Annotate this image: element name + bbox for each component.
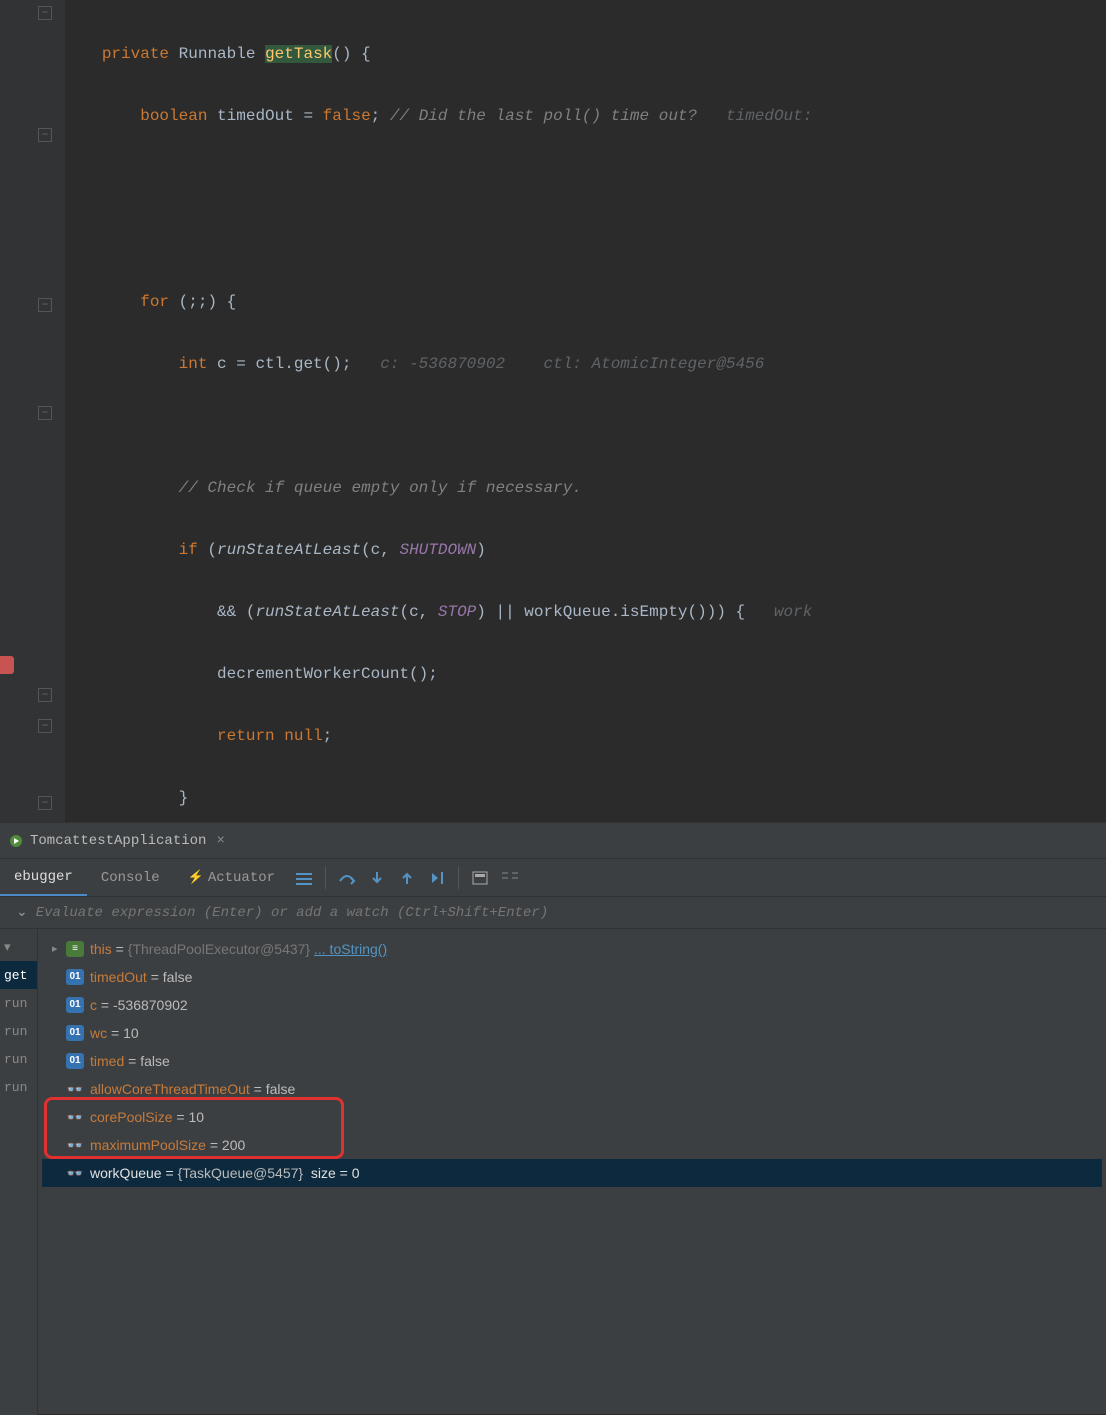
- object-icon: ≡: [66, 941, 84, 957]
- expand-arrow-icon[interactable]: ▸: [52, 935, 66, 963]
- fold-marker[interactable]: −: [38, 719, 52, 733]
- primitive-icon: 01: [66, 1053, 84, 1069]
- frame-item[interactable]: ▾: [0, 933, 37, 961]
- debug-toolbar: ebugger Console ⚡Actuator: [0, 859, 1106, 897]
- fold-marker[interactable]: −: [38, 688, 52, 702]
- primitive-icon: 01: [66, 997, 84, 1013]
- close-icon[interactable]: ×: [216, 833, 224, 849]
- fold-marker[interactable]: −: [38, 796, 52, 810]
- inline-hint: timedOut:: [726, 107, 812, 125]
- method-name: getTask: [265, 45, 332, 63]
- step-out-icon[interactable]: [392, 859, 422, 896]
- frame-item[interactable]: run: [0, 1073, 37, 1101]
- debug-tab-row: TomcattestApplication ×: [0, 823, 1106, 859]
- comment: // Check if queue empty only if necessar…: [179, 479, 582, 497]
- inline-hint: c: -536870902 ctl: AtomicInteger@5456: [380, 355, 764, 373]
- frame-item[interactable]: run: [0, 989, 37, 1017]
- constant: STOP: [438, 603, 476, 621]
- constant: SHUTDOWN: [399, 541, 476, 559]
- frame-item[interactable]: run: [0, 1045, 37, 1073]
- keyword: private: [102, 45, 169, 63]
- watch-icon: 👓: [66, 1159, 84, 1187]
- gutter: − − − − − − −: [0, 0, 65, 822]
- frame-item[interactable]: run: [0, 1017, 37, 1045]
- tab-actuator[interactable]: ⚡Actuator: [174, 859, 289, 896]
- frames-column: ▾ get run run run run: [0, 929, 38, 1415]
- fold-marker[interactable]: −: [38, 6, 52, 20]
- comment: // Did the last poll() time out?: [390, 107, 697, 125]
- return-type: Runnable: [179, 45, 256, 63]
- primitive-icon: 01: [66, 969, 84, 985]
- evaluate-input[interactable]: [36, 905, 1098, 921]
- trace-icon[interactable]: [495, 859, 525, 896]
- fold-marker[interactable]: −: [38, 298, 52, 312]
- inline-hint: work: [774, 603, 812, 621]
- step-into-icon[interactable]: [362, 859, 392, 896]
- fold-marker[interactable]: −: [38, 406, 52, 420]
- variables-tree[interactable]: ▸ ≡ this = {ThreadPoolExecutor@5437} ...…: [38, 929, 1106, 1415]
- var-row[interactable]: 01 c = -536870902: [42, 991, 1102, 1019]
- breakpoint-icon[interactable]: [0, 656, 14, 674]
- step-over-icon[interactable]: [332, 859, 362, 896]
- run-to-cursor-icon[interactable]: [422, 859, 452, 896]
- var-row[interactable]: 01 timed = false: [42, 1047, 1102, 1075]
- code-area[interactable]: private Runnable getTask() { boolean tim…: [65, 0, 1106, 822]
- debug-tab-label[interactable]: TomcattestApplication: [30, 833, 206, 849]
- evaluate-row: ⌄: [0, 897, 1106, 929]
- debug-panel: TomcattestApplication × ebugger Console …: [0, 822, 1106, 1414]
- actuator-icon: ⚡: [188, 870, 204, 885]
- var-row[interactable]: 01 wc = 10: [42, 1019, 1102, 1047]
- tostring-link[interactable]: ... toString(): [314, 935, 387, 963]
- evaluate-icon[interactable]: [465, 859, 495, 896]
- frame-item[interactable]: get: [0, 961, 37, 989]
- var-row[interactable]: 01 timedOut = false: [42, 963, 1102, 991]
- var-row[interactable]: ▸ ≡ this = {ThreadPoolExecutor@5437} ...…: [42, 935, 1102, 963]
- chevron-down-icon[interactable]: ⌄: [16, 904, 28, 921]
- fold-marker[interactable]: −: [38, 128, 52, 142]
- var-row[interactable]: 👓 workQueue = {TaskQueue@5457} size = 0: [42, 1159, 1102, 1187]
- tab-debugger[interactable]: ebugger: [0, 859, 87, 896]
- layout-icon[interactable]: [289, 859, 319, 896]
- run-config-icon: [8, 833, 24, 849]
- code-editor[interactable]: − − − − − − − private Runnable getTask()…: [0, 0, 1106, 822]
- tab-console[interactable]: Console: [87, 859, 174, 896]
- primitive-icon: 01: [66, 1025, 84, 1041]
- highlight-annotation: [44, 1097, 344, 1159]
